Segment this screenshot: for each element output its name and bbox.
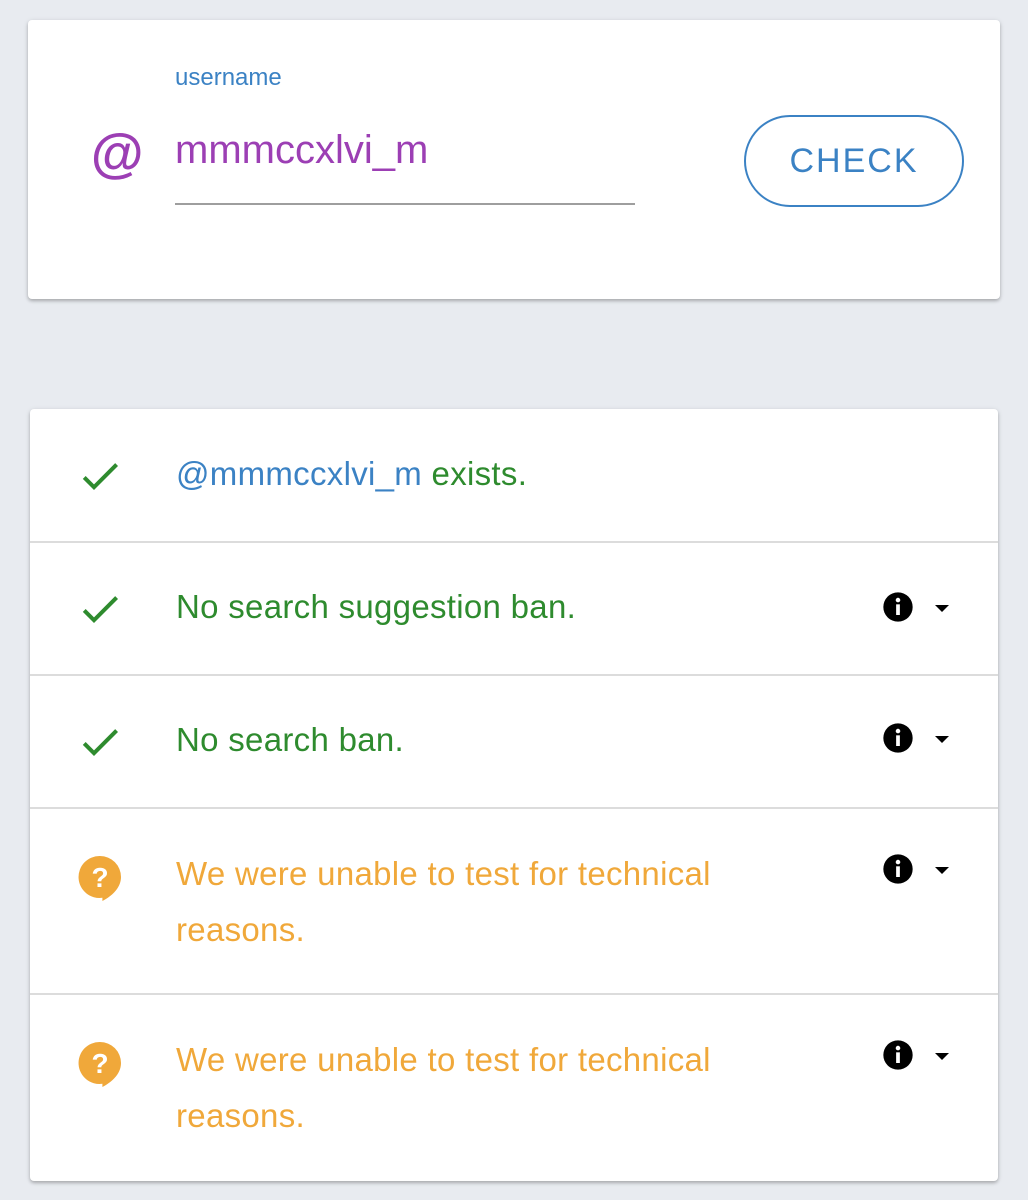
check-icon: [82, 596, 118, 623]
username-input-underline: [175, 203, 635, 205]
svg-text:?: ?: [91, 1048, 108, 1079]
check-icon: [82, 463, 118, 490]
chevron-down-icon[interactable]: [932, 602, 952, 614]
result-text: No search suggestion ban.: [176, 588, 577, 625]
svg-text:?: ?: [91, 862, 108, 893]
result-text: @mmmccxlvi_m exists.: [176, 455, 528, 492]
result-row-search-suggestion: No search suggestion ban.: [30, 543, 998, 676]
info-icon[interactable]: [882, 1039, 914, 1071]
chevron-down-icon[interactable]: [932, 864, 952, 876]
username-input[interactable]: [175, 124, 635, 176]
info-icon[interactable]: [882, 591, 914, 623]
result-text: We were unable to test for technical rea…: [176, 1041, 711, 1134]
result-row-search-ban: No search ban.: [30, 676, 998, 809]
result-row-exists: @mmmccxlvi_m exists.: [30, 409, 998, 543]
chevron-down-icon[interactable]: [932, 1050, 952, 1062]
result-text: No search ban.: [176, 721, 404, 758]
check-button[interactable]: CHECK: [744, 115, 964, 207]
results-card: @mmmccxlvi_m exists. No search suggestio…: [30, 409, 998, 1181]
question-bubble-icon: ?: [78, 855, 121, 901]
check-icon: [82, 729, 118, 756]
info-icon[interactable]: [882, 722, 914, 754]
at-sign-icon: @: [90, 124, 143, 184]
result-row-ghost-ban: ? We were unable to test for technical r…: [30, 809, 998, 995]
info-icon[interactable]: [882, 853, 914, 885]
question-bubble-icon: ?: [78, 1041, 121, 1087]
result-row-reply-deboosting: ? We were unable to test for technical r…: [30, 995, 998, 1181]
username-handle[interactable]: @mmmccxlvi_m: [176, 455, 422, 492]
username-field-label: username: [175, 64, 282, 91]
result-text: We were unable to test for technical rea…: [176, 855, 711, 948]
chevron-down-icon[interactable]: [932, 733, 952, 745]
